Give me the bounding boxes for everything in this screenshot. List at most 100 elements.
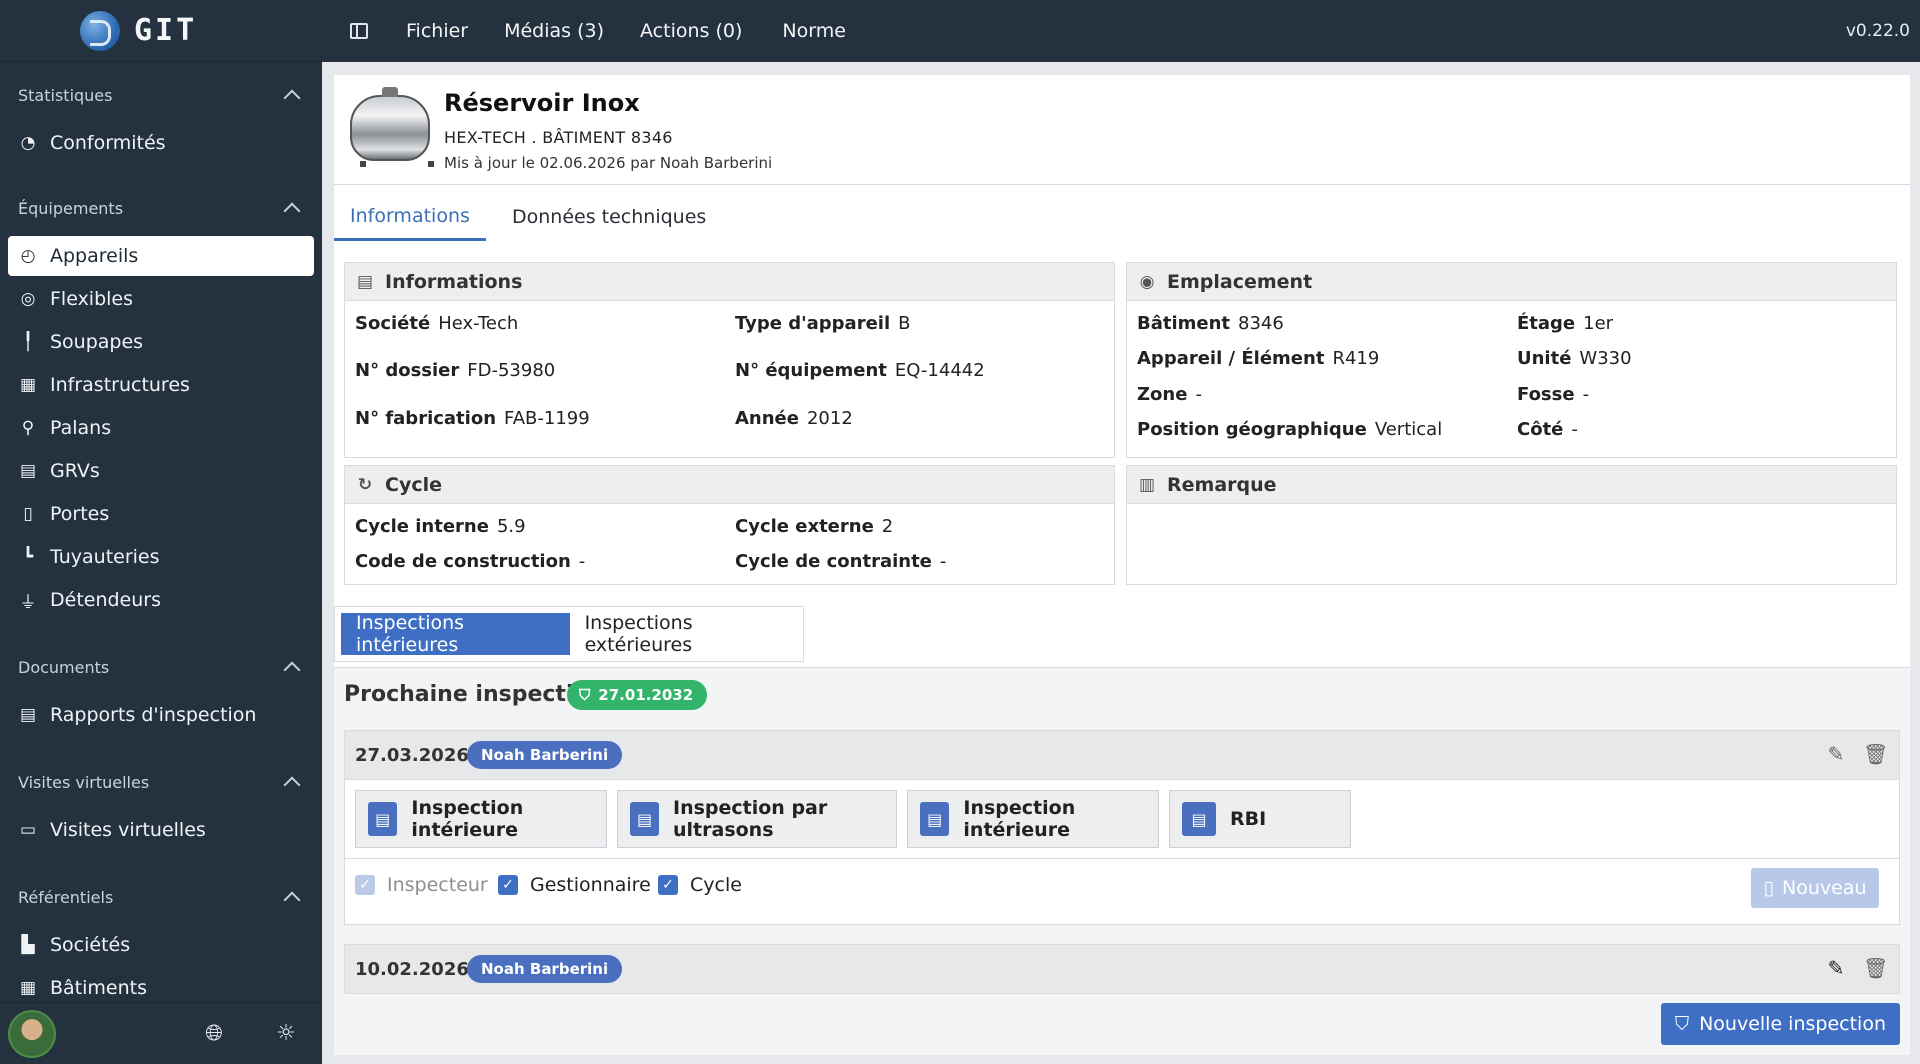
sidebar-footer: 🌐︎ ☼ bbox=[0, 1002, 322, 1064]
panorama-icon: ▭ bbox=[19, 820, 37, 840]
coil-icon: ◎ bbox=[20, 289, 36, 309]
checkbox-label: Gestionnaire bbox=[530, 874, 651, 896]
menu-medias[interactable]: Médias (3) bbox=[504, 20, 604, 42]
field-fosse: Fosse - bbox=[1517, 384, 1589, 405]
card-title: Cycle bbox=[385, 473, 442, 496]
document-icon: ▤ bbox=[356, 271, 374, 292]
new-document-button[interactable]: ▯ Nouveau bbox=[1751, 868, 1879, 908]
globe-icon[interactable]: 🌐︎ bbox=[202, 1022, 226, 1046]
sidebar-item-label: Palans bbox=[50, 417, 112, 439]
inspection-tabs: Inspections intérieures Inspections exté… bbox=[334, 606, 804, 662]
section-equipements: Équipements ◴ Appareils ◎ Flexibles ╿ So… bbox=[0, 183, 322, 620]
brand[interactable]: GIT bbox=[0, 0, 322, 62]
checkbox-inspecteur[interactable]: ✓ Inspecteur bbox=[355, 874, 488, 896]
document-icon: ▤ bbox=[19, 705, 37, 725]
checkbox-label: Cycle bbox=[690, 874, 742, 896]
file-plus-icon: ▯ bbox=[1763, 877, 1774, 899]
sidebar-item-rapports[interactable]: ▤ Rapports d'inspection bbox=[8, 695, 314, 735]
menu-fichier[interactable]: Fichier bbox=[406, 20, 468, 42]
section-title: Équipements bbox=[18, 198, 124, 218]
sidebar-item-visites-virtuelles[interactable]: ▭ Visites virtuelles bbox=[8, 810, 314, 850]
equipment-image[interactable] bbox=[350, 87, 434, 167]
document-label: Inspection intérieure bbox=[411, 797, 524, 841]
section-statistiques: Statistiques ◔ Conformités bbox=[0, 70, 322, 163]
button-label: Nouvelle inspection bbox=[1699, 1013, 1886, 1035]
tab-inspections-exterieures[interactable]: Inspections extérieures bbox=[570, 612, 803, 656]
sidebar-item-appareils[interactable]: ◴ Appareils bbox=[8, 236, 314, 276]
button-label: Nouveau bbox=[1781, 877, 1867, 899]
tab-inspections-interieures[interactable]: Inspections intérieures bbox=[341, 612, 570, 656]
inspection-row: 10.02.2026 Noah Barberini ✎ 🗑︎ bbox=[344, 944, 1900, 994]
section-header-equipements[interactable]: Équipements bbox=[0, 183, 322, 233]
shield-plus-icon: ⛉ bbox=[1674, 1013, 1690, 1035]
menu-norme[interactable]: Norme bbox=[782, 20, 846, 42]
tab-donnees-techniques[interactable]: Données techniques bbox=[496, 193, 722, 241]
checkbox-label: Inspecteur bbox=[387, 874, 488, 896]
section-header-visites[interactable]: Visites virtuelles bbox=[0, 757, 322, 807]
inspections-panel: Prochaine inspection: ⛉ 27.01.2032 27.03… bbox=[334, 667, 1910, 1055]
sidebar-item-societes[interactable]: ▙ Sociétés bbox=[8, 925, 314, 965]
sidebar-item-label: Détendeurs bbox=[50, 589, 162, 611]
field-value: - bbox=[939, 551, 947, 572]
checkmark-icon: ✓ bbox=[498, 875, 518, 895]
main-panel: Réservoir Inox HEX-TECH . BÂTIMENT 8346 … bbox=[334, 75, 1910, 1055]
equipment-subtitle: HEX-TECH . BÂTIMENT 8346 bbox=[444, 128, 673, 147]
document-icon: ▤ bbox=[368, 802, 398, 836]
sun-icon[interactable]: ☼ bbox=[274, 1022, 298, 1046]
field-value: B bbox=[898, 313, 911, 334]
menu-actions[interactable]: Actions (0) bbox=[640, 20, 742, 42]
sidebar-item-conformites[interactable]: ◔ Conformités bbox=[8, 123, 314, 163]
git-logo-icon bbox=[80, 10, 120, 51]
sidebar-item-flexibles[interactable]: ◎ Flexibles bbox=[8, 279, 314, 319]
avatar[interactable] bbox=[8, 1009, 56, 1058]
trash-icon[interactable]: 🗑︎ bbox=[1863, 957, 1888, 979]
document-button[interactable]: ▤ Inspection intérieure bbox=[355, 790, 607, 848]
sidebar-item-tuyauteries[interactable]: ┗ Tuyauteries bbox=[8, 537, 314, 577]
field-unite: Unité W330 bbox=[1517, 348, 1632, 369]
last-updated: Mis à jour le 02.06.2026 par Noah Barber… bbox=[444, 154, 773, 172]
cycle-card: ↻ Cycle Cycle interne 5.9 Cycle externe 2 … bbox=[344, 465, 1115, 585]
sidebar-item-detendeurs[interactable]: ⏚ Détendeurs bbox=[8, 580, 314, 620]
divider bbox=[345, 858, 1899, 859]
field-cycle-interne: Cycle interne 5.9 bbox=[355, 516, 526, 537]
edit-icon[interactable]: ✎ bbox=[1825, 957, 1847, 979]
field-value: Vertical bbox=[1374, 419, 1443, 440]
edit-icon[interactable]: ✎ bbox=[1825, 743, 1847, 765]
app-version: v0.22.0 bbox=[1845, 21, 1910, 41]
sidebar-item-portes[interactable]: ▯ Portes bbox=[8, 494, 314, 534]
factory-icon: ▙ bbox=[21, 935, 35, 955]
field-label: Fosse bbox=[1517, 384, 1575, 405]
section-header-statistiques[interactable]: Statistiques bbox=[0, 70, 322, 120]
section-header-referentiels[interactable]: Référentiels bbox=[0, 872, 322, 922]
field-value: R419 bbox=[1332, 348, 1380, 369]
checkbox-cycle[interactable]: ✓ Cycle bbox=[658, 874, 742, 896]
sidebar-item-label: Flexibles bbox=[50, 288, 134, 310]
card-title: Remarque bbox=[1167, 473, 1277, 496]
document-label: Inspection intérieure bbox=[963, 797, 1076, 841]
field-label: Zone bbox=[1137, 384, 1188, 405]
document-button[interactable]: ▤ Inspection intérieure bbox=[907, 790, 1159, 848]
chevron-up-icon bbox=[283, 891, 301, 909]
sidebar-toggle-icon[interactable] bbox=[350, 23, 368, 39]
inspection-date: 10.02.2026 bbox=[355, 959, 469, 980]
location-pin-icon: ◉ bbox=[1139, 271, 1155, 292]
new-inspection-button[interactable]: ⛉ Nouvelle inspection bbox=[1660, 1003, 1900, 1045]
card-header: ▤ Informations bbox=[345, 263, 1114, 301]
field-cote: Côté - bbox=[1517, 419, 1578, 440]
tab-informations[interactable]: Informations bbox=[334, 193, 486, 241]
sidebar-item-soupapes[interactable]: ╿ Soupapes bbox=[8, 322, 314, 362]
checkbox-gestionnaire[interactable]: ✓ Gestionnaire bbox=[498, 874, 651, 896]
card-title: Informations bbox=[385, 270, 523, 293]
document-button[interactable]: ▤ RBI bbox=[1169, 790, 1351, 848]
section-header-documents[interactable]: Documents bbox=[0, 642, 322, 692]
field-value: FAB-1199 bbox=[504, 408, 590, 429]
trash-icon[interactable]: 🗑︎ bbox=[1863, 743, 1888, 765]
section-title: Référentiels bbox=[18, 887, 114, 907]
sidebar-item-grvs[interactable]: ▤ GRVs bbox=[8, 451, 314, 491]
document-button[interactable]: ▤ Inspection par ultrasons bbox=[617, 790, 897, 848]
section-documents: Documents ▤ Rapports d'inspection bbox=[0, 642, 322, 735]
sidebar-item-infrastructures[interactable]: ▦ Infrastructures bbox=[8, 365, 314, 405]
container-icon: ▤ bbox=[19, 461, 37, 481]
sidebar-item-palans[interactable]: ⚲ Palans bbox=[8, 408, 314, 448]
field-label: N° équipement bbox=[735, 360, 887, 381]
